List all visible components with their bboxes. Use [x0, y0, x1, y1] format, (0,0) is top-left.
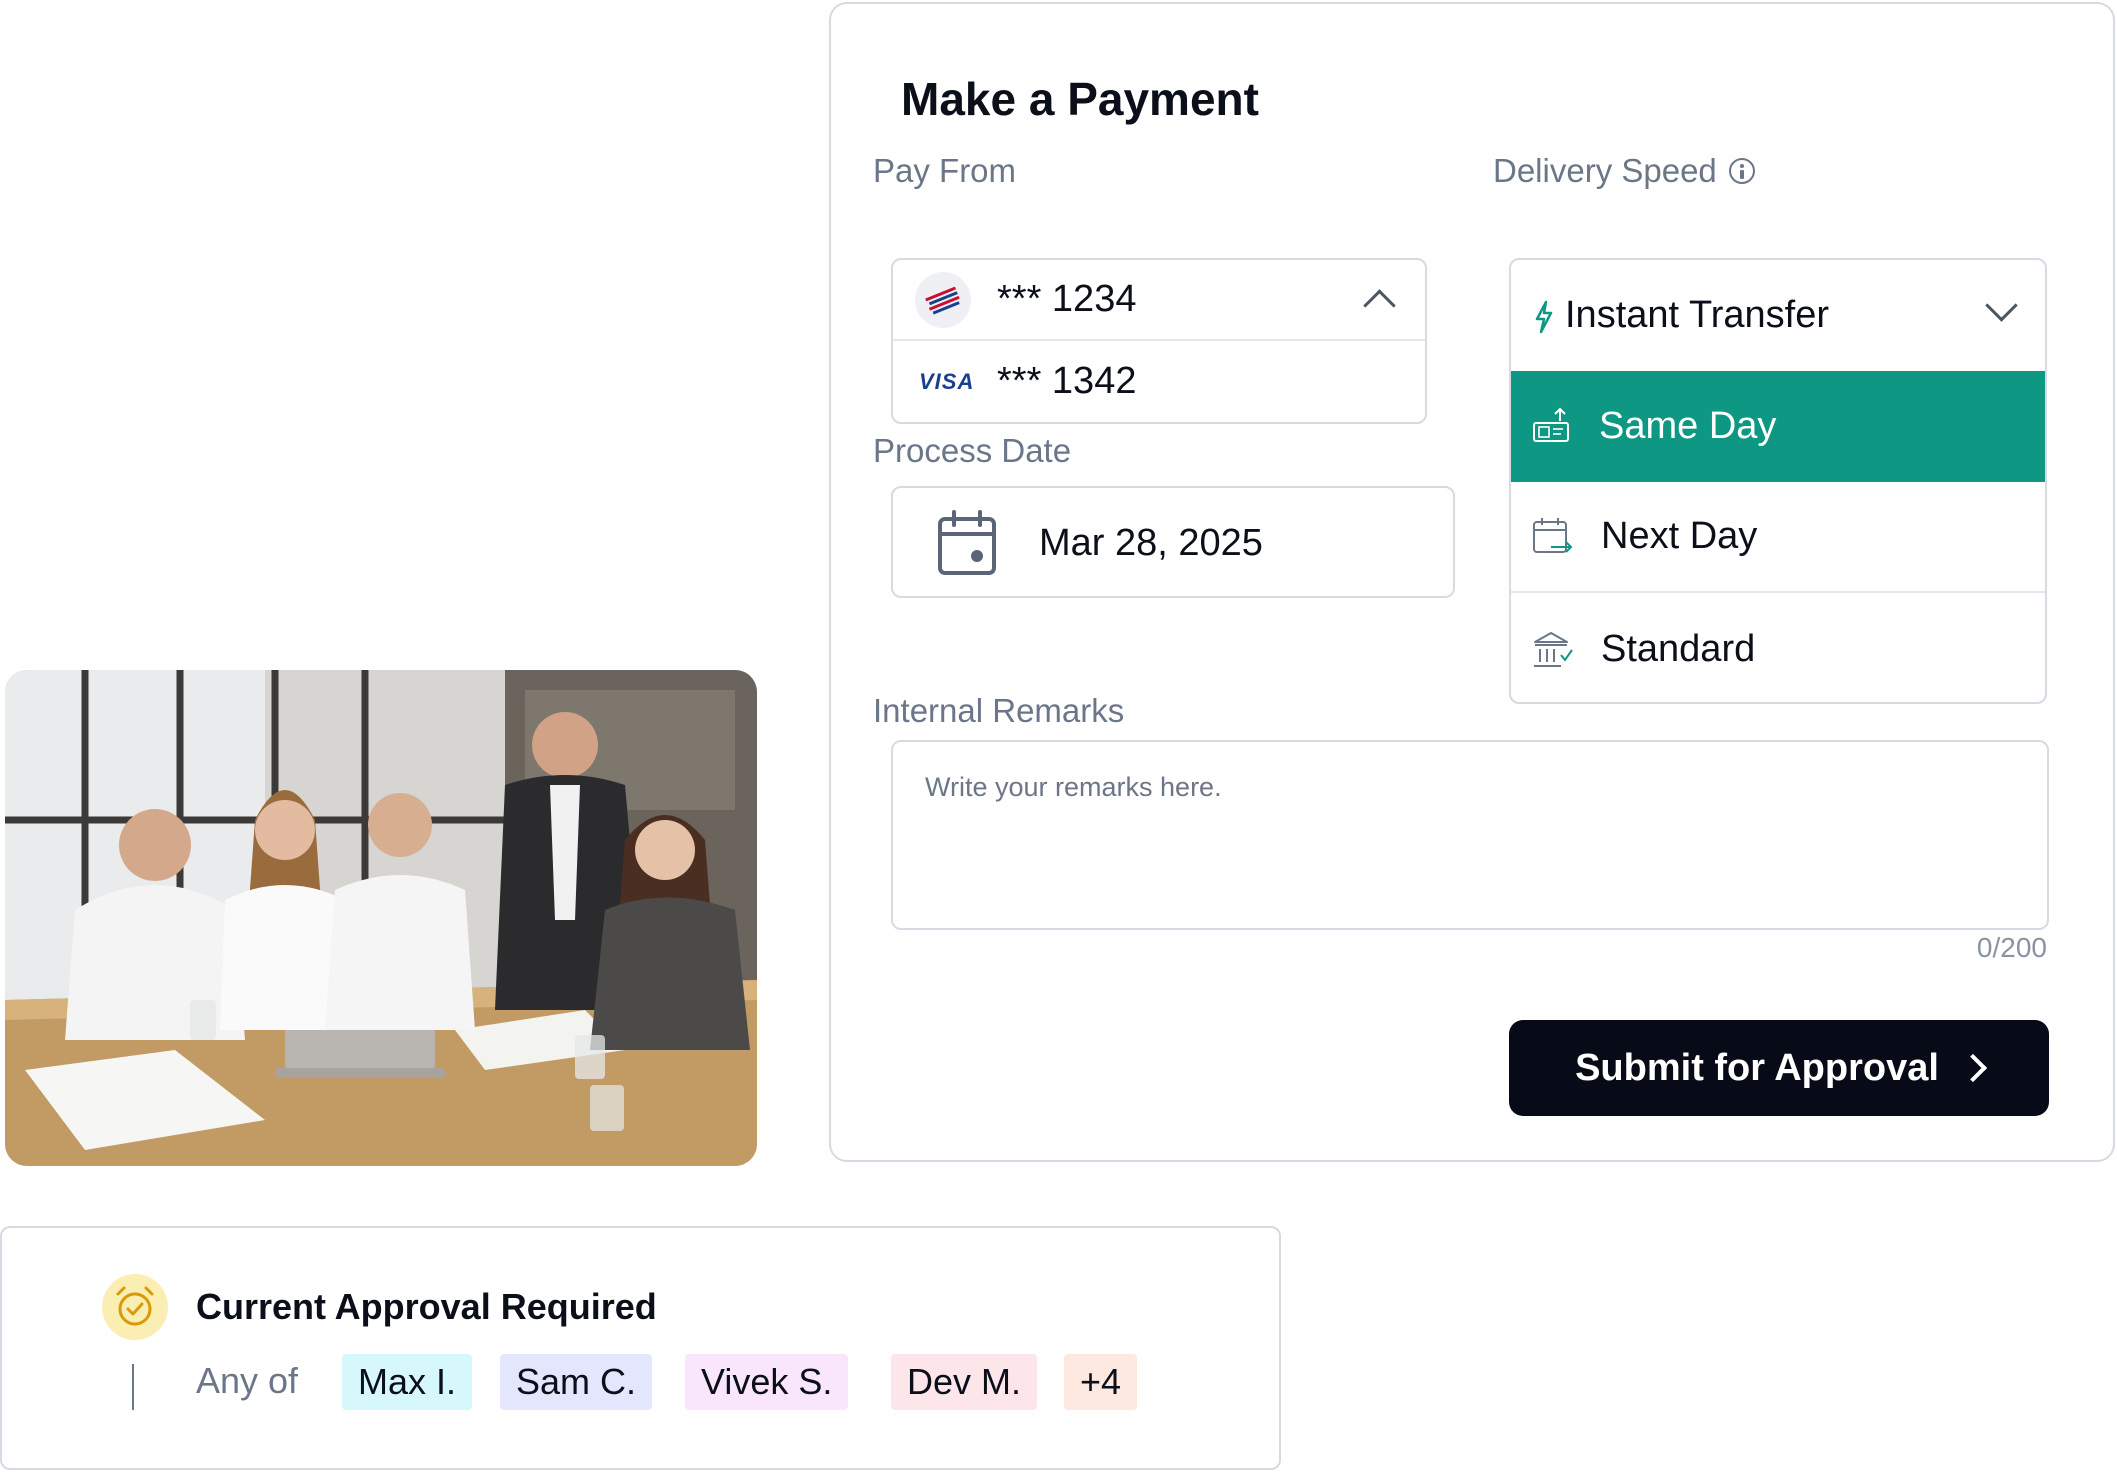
speed-option-standard[interactable]: Standard	[1511, 594, 2045, 702]
remarks-label-text: Internal Remarks	[873, 692, 1125, 729]
delivery-speed-label: Delivery Speed	[1493, 152, 1755, 190]
approval-title: Current Approval Required	[196, 1286, 657, 1327]
approver-chip[interactable]: Max I.	[342, 1354, 473, 1410]
bank-flag-icon	[915, 271, 971, 328]
delivery-speed-value: Instant Transfer	[1565, 294, 1830, 336]
team-meeting-photo	[5, 670, 757, 1166]
payment-card: Make a Payment Pay From *** 1234 VISA **…	[829, 2, 2115, 1162]
pay-from-dropdown[interactable]: *** 1234 VISA *** 1342	[891, 258, 1427, 424]
remarks-char-counter: 0/200	[1976, 932, 2047, 963]
delivery-speed-selected[interactable]: Instant Transfer	[1511, 260, 2045, 371]
chevron-down-icon[interactable]	[1985, 289, 2018, 322]
more-approvers-chip[interactable]: +4	[1064, 1354, 1138, 1410]
delivery-speed-label-text: Delivery Speed	[1493, 152, 1717, 189]
speed-option-label: Same Day	[1599, 405, 1777, 447]
speed-option-same-day[interactable]: Same Day	[1511, 371, 2045, 482]
approval-card: Current Approval Required Any of Max I. …	[0, 1226, 1281, 1470]
process-date-value: Mar 28, 2025	[1039, 522, 1263, 564]
process-date-field[interactable]: Mar 28, 2025	[891, 486, 1455, 598]
visa-icon: VISA	[919, 368, 975, 394]
calendar-arrow-icon	[1533, 517, 1573, 553]
team-meeting-illustration	[5, 670, 757, 1166]
calendar-icon	[938, 510, 996, 575]
approver-chip[interactable]: Dev M.	[891, 1354, 1038, 1410]
remarks-textarea[interactable]	[891, 740, 2049, 930]
bank-building-icon	[1534, 631, 1573, 667]
approver-chip[interactable]: Vivek S.	[685, 1354, 849, 1410]
process-date-label: Process Date	[873, 432, 1071, 470]
pay-from-label-text: Pay From	[873, 152, 1017, 189]
speed-option-label: Next Day	[1601, 515, 1758, 557]
alarm-clock-icon	[102, 1274, 168, 1340]
account-option-1342[interactable]: VISA *** 1342	[893, 341, 1425, 422]
pay-from-label: Pay From	[873, 152, 1016, 190]
process-date-label-text: Process Date	[873, 432, 1072, 469]
speed-option-label: Standard	[1601, 628, 1756, 670]
remarks-label: Internal Remarks	[873, 692, 1124, 730]
payment-title: Make a Payment	[901, 73, 1259, 125]
account-number: *** 1234	[997, 278, 1137, 320]
approval-connector-line	[132, 1364, 134, 1410]
delivery-speed-dropdown[interactable]: Instant Transfer Same Day Next Day Stand…	[1509, 258, 2047, 704]
approver-prefix: Any of	[196, 1360, 299, 1401]
approver-chip[interactable]: Sam C.	[500, 1354, 653, 1410]
account-number: *** 1342	[997, 360, 1137, 402]
speed-option-next-day[interactable]: Next Day	[1511, 482, 2045, 593]
stage: Make a Payment Pay From *** 1234 VISA **…	[0, 0, 2117, 1472]
info-icon[interactable]	[1728, 158, 1755, 184]
money-transfer-icon	[1533, 407, 1569, 442]
account-option-1234[interactable]: *** 1234	[893, 260, 1425, 341]
chevron-right-icon	[1958, 1053, 1988, 1083]
submit-button-label: Submit for Approval	[1575, 1046, 1939, 1089]
lightning-bolt-icon	[1535, 300, 1553, 334]
submit-for-approval-button[interactable]: Submit for Approval	[1509, 1020, 2049, 1116]
chevron-up-icon[interactable]	[1363, 289, 1396, 322]
